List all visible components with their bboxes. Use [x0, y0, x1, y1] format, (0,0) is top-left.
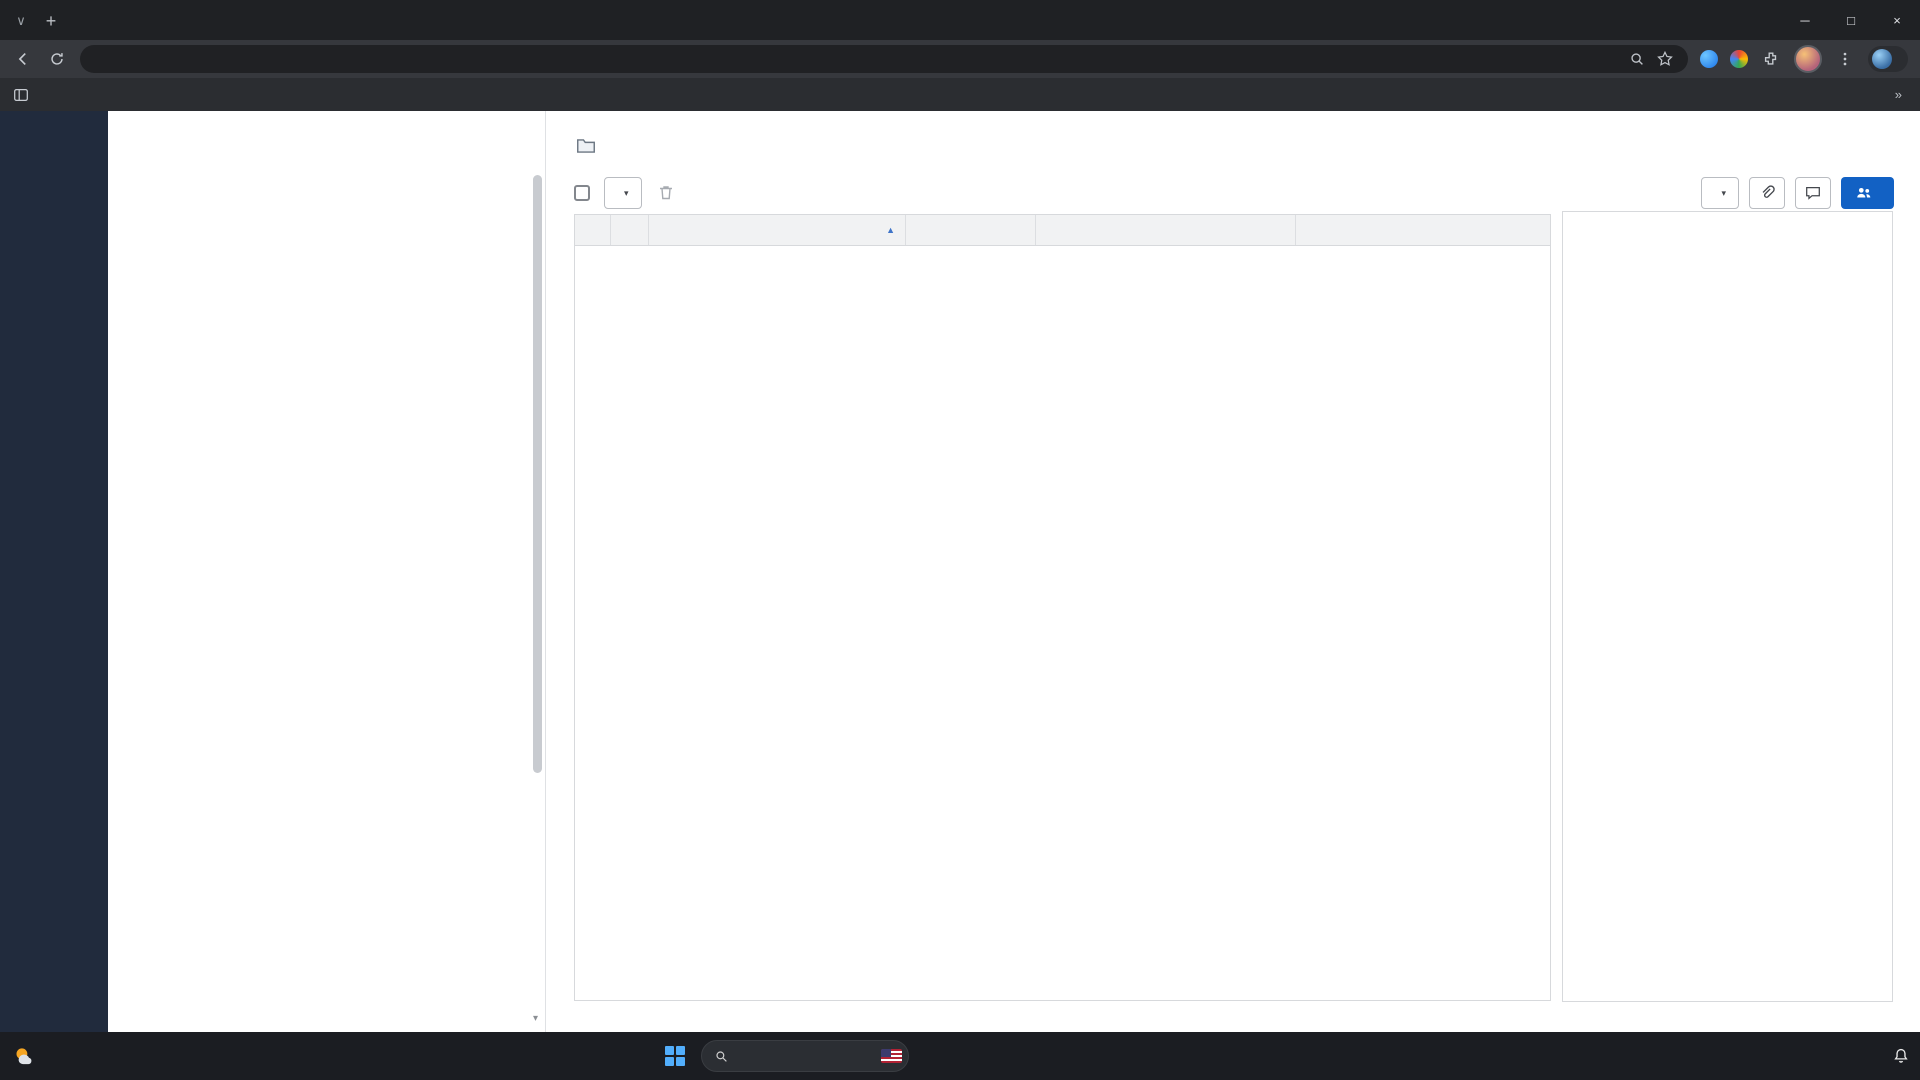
- extension-icon[interactable]: [1700, 50, 1718, 68]
- chat-button[interactable]: [1868, 46, 1908, 72]
- chat-avatar: [1872, 49, 1892, 69]
- content-toolbar: ▾ ▾: [546, 169, 1920, 215]
- extensions-puzzle-icon[interactable]: [1760, 48, 1782, 70]
- share-people-icon: [1855, 184, 1873, 202]
- window-controls: ─ □ ×: [1782, 0, 1920, 40]
- address-bar[interactable]: [80, 45, 1688, 73]
- table-header: ▲: [575, 215, 1550, 246]
- chevron-down-icon: ▾: [1721, 187, 1726, 198]
- scrollbar-thumb[interactable]: [533, 175, 542, 774]
- profile-avatar[interactable]: [1794, 45, 1822, 73]
- header-name[interactable]: ▲: [649, 215, 906, 245]
- attachment-button[interactable]: [1749, 177, 1785, 209]
- header-star-column: [611, 215, 649, 245]
- items-table: ▲: [574, 214, 1551, 1001]
- new-tab-button[interactable]: +: [36, 6, 66, 36]
- header-checkbox-column: [575, 215, 611, 245]
- trash-icon[interactable]: [656, 183, 676, 203]
- minimize-button[interactable]: ─: [1782, 0, 1828, 40]
- select-all-checkbox[interactable]: [574, 185, 590, 201]
- back-icon[interactable]: [12, 48, 34, 70]
- header-last-update[interactable]: [1296, 215, 1550, 245]
- extension-icon[interactable]: [1730, 50, 1748, 68]
- maximize-button[interactable]: □: [1828, 0, 1874, 40]
- weather-widget[interactable]: [10, 1032, 44, 1080]
- us-flag-icon[interactable]: [881, 1049, 902, 1063]
- actions-button[interactable]: ▾: [604, 177, 642, 209]
- zoom-icon[interactable]: [1628, 50, 1646, 68]
- left-rail: [0, 111, 108, 1032]
- browse-panel: ▾: [108, 111, 546, 1032]
- bookmarks-panel-icon[interactable]: [10, 84, 32, 106]
- create-button[interactable]: ▾: [1701, 177, 1739, 209]
- browse-scrollbar[interactable]: ▾: [533, 171, 542, 1024]
- workspace-shared-panel: [1562, 211, 1893, 1002]
- desktop-screen: ∨ + ─ □ × » ▾ ▾ ▾ ▲: [0, 0, 1920, 1080]
- content-area: ▾ ▾ ▲: [546, 111, 1920, 1032]
- search-icon: [714, 1049, 729, 1064]
- bookmark-star-icon[interactable]: [1656, 50, 1674, 68]
- header-sharing[interactable]: [906, 215, 1036, 245]
- bookmarks-overflow-icon[interactable]: »: [1887, 87, 1910, 102]
- windows-start-icon[interactable]: [658, 1036, 692, 1076]
- sort-asc-icon: ▲: [886, 225, 895, 235]
- bookmarks-bar: »: [0, 78, 1920, 111]
- browser-menu-icon[interactable]: [1834, 48, 1856, 70]
- close-window-button[interactable]: ×: [1874, 0, 1920, 40]
- taskbar-search[interactable]: [701, 1040, 909, 1072]
- refresh-icon[interactable]: [46, 48, 68, 70]
- comment-button[interactable]: [1795, 177, 1831, 209]
- content-header: [546, 111, 1920, 169]
- taskbar: [0, 1032, 1920, 1080]
- taskbar-center: [658, 1032, 918, 1080]
- weather-sun-icon: [10, 1043, 36, 1069]
- header-owner[interactable]: [1036, 215, 1296, 245]
- scroll-down-icon[interactable]: ▾: [533, 1013, 538, 1024]
- toolbar-right-group: ▾: [1701, 177, 1894, 209]
- tab-search-icon[interactable]: ∨: [6, 6, 36, 36]
- notification-bell-icon[interactable]: [1892, 1047, 1910, 1065]
- browser-tab-strip: ∨ + ─ □ ×: [0, 0, 1920, 40]
- browser-toolbar: [0, 40, 1920, 78]
- share-button[interactable]: [1841, 177, 1894, 209]
- folder-icon: [574, 135, 598, 157]
- smartsheet-app: ▾ ▾ ▾ ▲: [0, 111, 1920, 1032]
- chevron-down-icon: ▾: [624, 187, 629, 198]
- taskbar-right: [1880, 1032, 1910, 1080]
